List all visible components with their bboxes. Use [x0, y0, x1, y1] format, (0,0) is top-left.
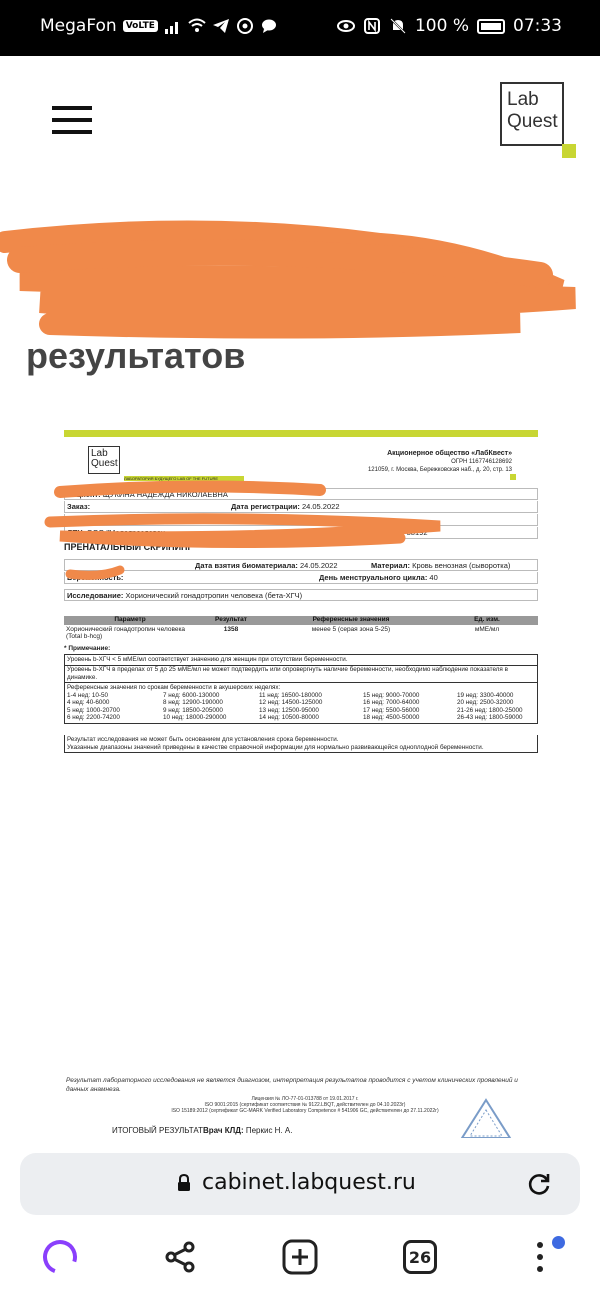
- study-row: Исследование: Хорионический гонадотропин…: [64, 589, 538, 601]
- lock-icon: [178, 1174, 190, 1191]
- doctor-label: Врач КЛД:: [202, 1126, 244, 1135]
- ref-cell: 12 нед: 14500-125000: [259, 699, 323, 706]
- ref-title: Референсные значения по срокам беременно…: [67, 684, 281, 691]
- ref-cell: 26-43 нед: 1800-59000: [457, 714, 523, 721]
- doc-license: Лицензия № ЛО-77-01-013788 от 19.01.2017…: [150, 1096, 460, 1114]
- note-3: Результат исследования не может быть осн…: [64, 735, 538, 753]
- hamburger-menu-icon[interactable]: [52, 106, 92, 134]
- ref-cell: 4 нед: 40-6000: [67, 699, 110, 706]
- new-tab-icon[interactable]: [280, 1237, 320, 1277]
- note-4-text: Указанные диапазоны значений приведены в…: [67, 743, 484, 751]
- study-value: Хорионический гонадотропин человека (бет…: [125, 591, 303, 600]
- company-address: 121059, г. Москва, Бережковская наб., д.…: [367, 467, 512, 473]
- share-icon[interactable]: [160, 1237, 200, 1277]
- ref-cell: 1-4 нед: 10-50: [67, 691, 108, 699]
- ref-cell: 11 нед: 16500-180000: [259, 691, 322, 699]
- nfc-icon: [363, 18, 380, 34]
- mute-bell-icon: [390, 18, 406, 34]
- doc-brand-bar: [64, 430, 538, 437]
- note-1: Уровень b-ХГЧ < 5 мМЕ/мл соответствует з…: [64, 654, 538, 666]
- cell-param: Хорионический гонадотропин человека (Tot…: [66, 626, 186, 640]
- status-bar: MegaFon VoLTE 100 % 07:33: [0, 0, 600, 56]
- header-result: Результат: [215, 616, 247, 623]
- battery-icon: [477, 18, 505, 34]
- company-ogrn: ОГРН 1167746128692: [451, 459, 512, 465]
- total-result-line: ИТОГОВЫЙ РЕЗУЛЬТАТВрач КЛД: Перкис Н. А.: [112, 1126, 292, 1135]
- tabs-count: 26: [403, 1240, 437, 1274]
- url-text[interactable]: cabinet.labquest.ru: [202, 1170, 416, 1195]
- browser-navbar: 26: [0, 1225, 600, 1299]
- carrier-name: MegaFon: [40, 16, 117, 36]
- ref-grid: 1-4 нед: 10-50 7 нед: 6000-130000 11 нед…: [67, 692, 535, 722]
- results-table-row: Хорионический гонадотропин человека (Tot…: [64, 626, 538, 642]
- header-param: Параметр: [114, 616, 146, 623]
- notification-dot: [552, 1236, 565, 1249]
- doc-logo-line2: Quest: [91, 458, 118, 469]
- ref-cell: 20 нед: 2500-32000: [457, 699, 514, 706]
- labquest-logo[interactable]: Lab Quest: [500, 82, 564, 146]
- note-3-text: Результат исследования не может быть осн…: [67, 736, 339, 743]
- note-2: Уровень b-ХГЧ в пределах от 5 до 25 мМЕ/…: [64, 665, 538, 683]
- wifi-icon: [188, 18, 206, 32]
- ref-cell: 8 нед: 12900-190000: [163, 699, 223, 706]
- stamp-icon: [460, 1098, 512, 1138]
- battery-percent: 100 %: [414, 16, 469, 36]
- doc-disclaimer: Результат лабораторного исследования не …: [66, 1077, 518, 1093]
- note-title: * Примечание:: [64, 645, 111, 652]
- iso-15189-text: ISO 15189:2012 (сертификат GC-MARK Verif…: [171, 1108, 439, 1114]
- cell-reference: менее 5 (серая зона 5-25): [311, 626, 391, 633]
- tabs-button[interactable]: 26: [400, 1237, 440, 1277]
- ref-cell: 13 нед: 12500-95000: [259, 706, 319, 714]
- logo-line2: Quest: [507, 111, 558, 132]
- ref-cell: 10 нед: 18000-290000: [163, 714, 227, 721]
- ref-cell: 5 нед: 1000-20700: [67, 706, 120, 714]
- header-reference: Референсные значения: [312, 616, 390, 623]
- ref-cell: 16 нед: 7000-64000: [363, 699, 420, 706]
- cell-unit: мМЕ/мл: [474, 626, 500, 633]
- whatsapp-icon: [236, 18, 253, 34]
- alice-assistant-icon[interactable]: [40, 1237, 80, 1277]
- doc-logo: Lab Quest: [88, 446, 120, 474]
- reference-grid-box: Референсные значения по срокам беременно…: [64, 683, 538, 724]
- clock: 07:33: [513, 16, 562, 36]
- results-table-header: Параметр Результат Референсные значения …: [64, 616, 538, 625]
- ref-cell: 9 нед: 18500-205000: [163, 706, 223, 714]
- logo-accent-square: [562, 144, 576, 158]
- ref-cell: 6 нед: 2200-74200: [67, 714, 120, 721]
- ref-cell: 14 нед: 10500-80000: [259, 714, 319, 721]
- logo-line1: Lab: [507, 89, 539, 110]
- company-name: Акционерное общество «ЛабКвест»: [387, 450, 512, 457]
- signal-icon: [164, 22, 178, 34]
- message-icon: [261, 19, 276, 33]
- ref-cell: 21-26 нед: 1800-25000: [457, 706, 523, 714]
- document-redaction-scribble: [44, 480, 441, 580]
- reload-icon[interactable]: [526, 1171, 552, 1197]
- ref-cell: 17 нед: 5500-56000: [363, 706, 420, 714]
- ref-cell: 15 нед: 9000-70000: [363, 691, 420, 699]
- doctor-value: Перкис Н. А.: [245, 1126, 293, 1135]
- ref-cell: 7 нед: 6000-130000: [163, 691, 220, 699]
- doc-accent-square: [510, 474, 516, 480]
- doc-company: Акционерное общество «ЛабКвест» ОГРН 116…: [368, 450, 512, 474]
- header-unit: Ед. изм.: [474, 616, 500, 623]
- eye-icon: [336, 20, 355, 32]
- address-bar[interactable]: cabinet.labquest.ru: [20, 1153, 580, 1215]
- total-label: ИТОГОВЫЙ РЕЗУЛЬТАТ: [112, 1126, 203, 1135]
- redaction-scribble: [0, 220, 576, 339]
- study-label: Исследование:: [67, 591, 124, 600]
- cell-result: 1358: [223, 626, 239, 633]
- volte-badge: VoLTE: [122, 20, 158, 32]
- ref-cell: 18 нед: 4500-50000: [363, 714, 420, 721]
- telegram-icon: [212, 19, 229, 33]
- ref-cell: 19 нед: 3300-40000: [457, 691, 514, 699]
